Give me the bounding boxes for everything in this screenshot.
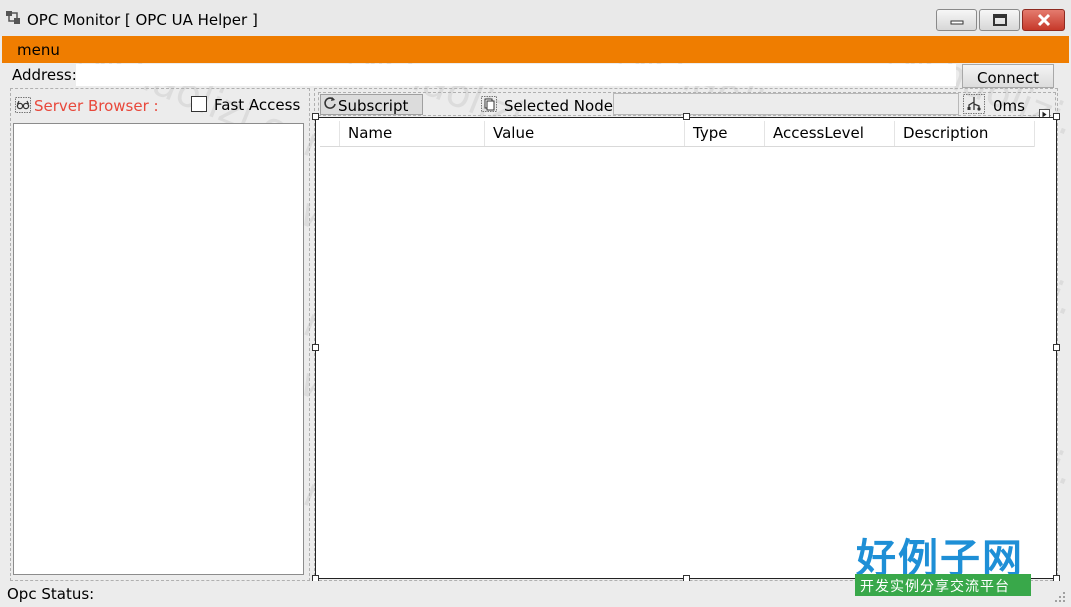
glasses-icon: [15, 97, 31, 113]
resize-handle[interactable]: [1053, 113, 1060, 120]
column-separator[interactable]: [339, 121, 340, 147]
address-input[interactable]: [76, 64, 956, 86]
maximize-button[interactable]: [979, 9, 1020, 31]
fast-access-checkbox[interactable]: [191, 96, 207, 112]
address-label: Address:: [12, 66, 77, 84]
column-separator[interactable]: [484, 121, 485, 147]
plug-network-icon: [6, 11, 20, 24]
column-separator[interactable]: [684, 121, 685, 147]
resize-handle[interactable]: [312, 113, 319, 120]
close-icon: [1037, 13, 1050, 27]
connect-button[interactable]: Connect: [962, 64, 1054, 88]
node-list-view[interactable]: [315, 117, 1057, 579]
usb-icon: [963, 94, 985, 114]
close-button[interactable]: [1022, 9, 1065, 31]
column-header-value[interactable]: Value: [493, 124, 534, 142]
column-header-type[interactable]: Type: [693, 124, 727, 142]
selected-node-field[interactable]: [613, 93, 959, 115]
resize-handle[interactable]: [683, 113, 690, 120]
column-separator[interactable]: [1034, 121, 1035, 147]
column-header-description[interactable]: Description: [903, 124, 988, 142]
node-icon: [481, 96, 497, 112]
column-header-name[interactable]: Name: [348, 124, 392, 142]
column-header-access-level[interactable]: AccessLevel: [773, 124, 864, 142]
minimize-icon: [950, 20, 963, 25]
window-title: OPC Monitor [ OPC UA Helper ]: [27, 11, 258, 29]
timing-label: 0ms: [993, 97, 1025, 115]
server-browser-label: Server Browser :: [34, 97, 159, 115]
fast-access-label[interactable]: Fast Access: [214, 96, 300, 114]
subscript-label[interactable]: Subscript: [338, 97, 408, 115]
opc-status-label: Opc Status:: [7, 585, 95, 603]
resize-grip-icon[interactable]: [1053, 590, 1067, 604]
selected-node-label: Selected Node: [504, 97, 613, 115]
menu-bar: menu: [2, 36, 1069, 63]
resize-handle[interactable]: [1053, 344, 1060, 351]
watermark-logo-subtitle: 开发实例分享交流平台: [860, 579, 1010, 595]
minimize-button[interactable]: [936, 9, 977, 31]
menu-item-menu[interactable]: menu: [17, 41, 60, 59]
column-separator[interactable]: [764, 121, 765, 147]
server-tree[interactable]: [13, 123, 304, 575]
column-separator[interactable]: [894, 121, 895, 147]
restore-icon: [992, 14, 1007, 26]
refresh-icon: [324, 97, 336, 109]
resize-handle[interactable]: [312, 344, 319, 351]
list-header-divider: [320, 146, 1034, 147]
